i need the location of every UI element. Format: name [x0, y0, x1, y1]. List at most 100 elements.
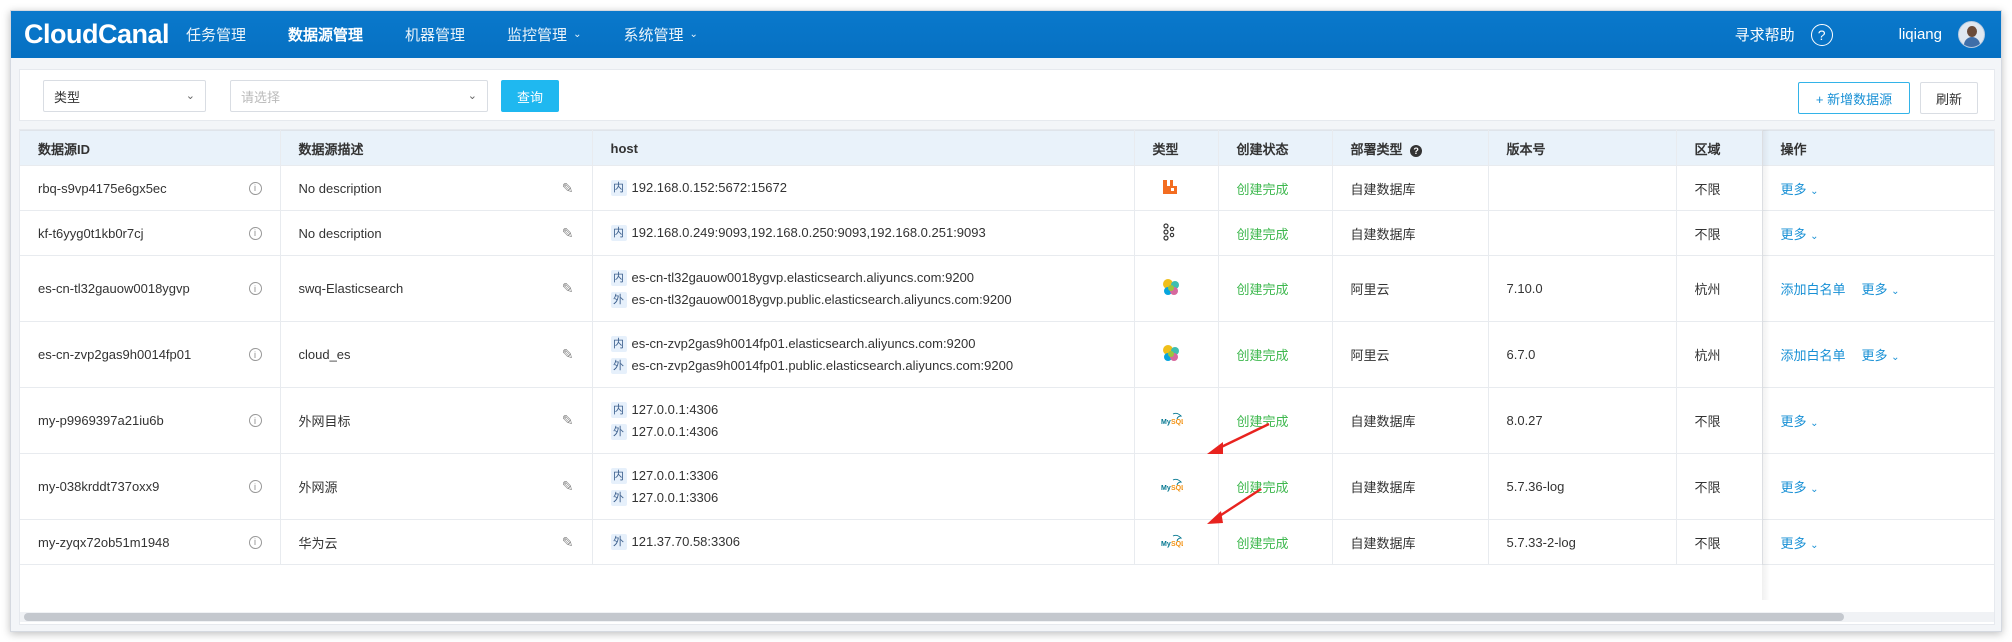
svg-text:SQL: SQL [1171, 541, 1183, 548]
op-label: 添加白名单 [1780, 282, 1846, 297]
more-dropdown[interactable]: 更多 ⌄ [1862, 345, 1900, 364]
more-dropdown[interactable]: 更多 ⌄ [1781, 533, 1819, 552]
region: 不限 [1694, 480, 1721, 495]
cell-host: 内 es-cn-zvp2gas9h0014fp01.elasticsearch.a… [592, 321, 1135, 388]
horizontal-scrollbar[interactable] [20, 612, 1994, 622]
cell-status: 创建完成 [1218, 255, 1333, 322]
info-icon[interactable]: i [248, 282, 262, 295]
edit-icon[interactable]: ✎ [562, 346, 574, 363]
add-whitelist-link[interactable]: 添加白名单 [1781, 279, 1846, 298]
cell-region: 不限 [1676, 387, 1763, 454]
cell-deploy: 阿里云 [1332, 321, 1489, 388]
datasource-id: rbq-s9vp4175e6gx5ec [38, 180, 167, 196]
info-icon[interactable]: i [248, 226, 262, 240]
nav-machine-management[interactable]: 机器管理 [405, 24, 465, 45]
edit-icon[interactable]: ✎ [562, 478, 574, 495]
type-select[interactable]: 类型 ⌄ [43, 80, 206, 112]
datasource-id: my-zyqx72ob51m1948 [38, 534, 170, 550]
edit-icon[interactable]: ✎ [562, 412, 574, 429]
cell-version: 5.7.33-2-log [1488, 519, 1677, 565]
datasource-id: es-cn-zvp2gas9h0014fp01 [38, 347, 192, 362]
add-whitelist-link[interactable]: 添加白名单 [1781, 345, 1846, 364]
help-circle-icon[interactable]: ? [1410, 144, 1423, 157]
cell-desc: No description ✎ [280, 210, 593, 256]
cell-version: 8.0.27 [1488, 387, 1677, 454]
deploy-type: 自建数据库 [1350, 535, 1416, 551]
nav-task-management[interactable]: 任务管理 [186, 24, 246, 45]
refresh-button[interactable]: 刷新 [1920, 82, 1978, 114]
info-icon[interactable]: i [248, 414, 262, 427]
add-datasource-button[interactable]: + 新增数据源 [1798, 82, 1910, 114]
row-actions: 更多 ⌄ [1781, 477, 1995, 496]
value-select[interactable]: 请选择 ⌄ [230, 80, 488, 112]
cell-host: 内 127.0.0.1:3306 外 127.0.0.1:3306 [592, 453, 1135, 520]
cell-type [1134, 210, 1219, 256]
more-dropdown[interactable]: 更多 ⌄ [1862, 279, 1900, 298]
scrollbar-thumb[interactable] [24, 613, 1844, 621]
info-icon[interactable]: i [248, 535, 262, 549]
annotation-arrow-2 [1207, 487, 1262, 524]
edit-icon[interactable]: ✎ [562, 534, 574, 551]
more-dropdown[interactable]: 更多 ⌄ [1781, 477, 1819, 496]
cell-region: 不限 [1676, 453, 1763, 520]
col-header-ops: 操作 [1762, 130, 1994, 166]
cell-ops: 添加白名单 更多 ⌄ [1762, 255, 1994, 322]
more-dropdown[interactable]: 更多 ⌄ [1781, 411, 1819, 430]
deploy-type: 自建数据库 [1350, 226, 1416, 242]
op-label: 更多 [1780, 414, 1807, 429]
query-button[interactable]: 查询 [501, 80, 559, 112]
mysql-icon: MySQL [1161, 411, 1186, 430]
deploy-type: 自建数据库 [1350, 414, 1416, 429]
col-header-deploy: 部署类型 ? [1332, 130, 1489, 166]
info-icon[interactable]: i [248, 181, 262, 195]
info-icon[interactable]: i [248, 480, 262, 493]
op-label: 更多 [1780, 480, 1807, 495]
avatar[interactable] [1958, 21, 1985, 48]
host-tag: 内 [610, 401, 627, 418]
question-icon[interactable]: ? [1810, 23, 1833, 46]
host-address: es-cn-zvp2gas9h0014fp01.public.elasticse… [631, 357, 1014, 373]
host-line: 外 es-cn-zvp2gas9h0014fp01.public.elastics… [610, 355, 1134, 377]
row-actions: 更多 ⌄ [1781, 224, 1995, 243]
cell-deploy: 自建数据库 [1332, 165, 1489, 211]
edit-icon[interactable]: ✎ [562, 225, 574, 242]
col-header-id: 数据源ID [20, 130, 281, 166]
region: 杭州 [1694, 348, 1721, 363]
op-label: 更多 [1780, 226, 1807, 242]
cell-deploy: 阿里云 [1332, 255, 1489, 322]
more-dropdown[interactable]: 更多 ⌄ [1781, 179, 1819, 198]
cell-ops: 更多 ⌄ [1762, 387, 1995, 454]
row-actions: 更多 ⌄ [1781, 179, 1995, 198]
region: 杭州 [1694, 282, 1721, 297]
nav-system-management[interactable]: 系统管理 ⌄ [623, 24, 697, 45]
cell-host: 外 121.37.70.58:3306 [592, 519, 1135, 565]
region: 不限 [1694, 414, 1721, 429]
cell-deploy: 自建数据库 [1332, 519, 1489, 565]
cell-ops: 更多 ⌄ [1762, 519, 1994, 565]
more-dropdown[interactable]: 更多 ⌄ [1781, 224, 1819, 243]
info-icon[interactable]: i [248, 348, 262, 361]
cloudcanal-logo[interactable]: CloudCanal [24, 19, 186, 50]
host-line: 外 127.0.0.1:3306 [610, 487, 1134, 509]
help-link[interactable]: 寻求帮助 [1735, 24, 1795, 45]
status-badge: 创建完成 [1236, 181, 1289, 197]
nav-label: 系统管理 [623, 27, 684, 44]
filter-panel: 类型 ⌄ 请选择 ⌄ 查询 + 新增数据源 刷新 [19, 69, 1995, 121]
cell-host: 内 127.0.0.1:4306 外 127.0.0.1:4306 [592, 387, 1135, 454]
nav-monitor-management[interactable]: 监控管理 ⌄ [507, 24, 581, 45]
edit-icon[interactable]: ✎ [562, 180, 574, 197]
cell-id: my-p9969397a21iu6b i [20, 387, 281, 454]
op-label: 添加白名单 [1780, 348, 1846, 363]
op-label: 更多 [1861, 282, 1888, 297]
datasource-desc: swq-Elasticsearch [298, 281, 404, 296]
host-address: 192.168.0.249:9093,192.168.0.250:9093,19… [631, 225, 986, 240]
col-header-region: 区域 [1676, 130, 1763, 166]
cell-id: es-cn-tl32gauow0018ygvp i [20, 255, 281, 322]
edit-icon[interactable]: ✎ [562, 280, 574, 297]
nav-datasource-management[interactable]: 数据源管理 [288, 24, 363, 45]
op-label: 更多 [1780, 535, 1807, 551]
row-actions: 更多 ⌄ [1781, 411, 1995, 430]
username[interactable]: liqiang [1899, 26, 1942, 43]
version: 6.7.0 [1506, 347, 1536, 362]
host-tag: 外 [610, 291, 627, 308]
